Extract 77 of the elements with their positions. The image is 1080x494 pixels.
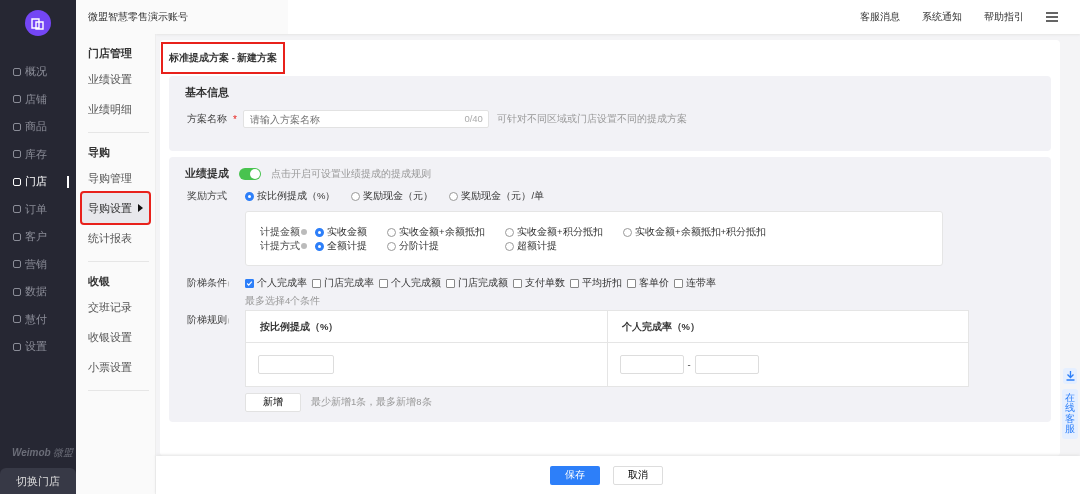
checkbox-option[interactable]: 连带率 (674, 277, 716, 290)
toggle-switch[interactable] (239, 168, 261, 180)
input-field[interactable] (619, 355, 684, 374)
header-link[interactable]: 客服消息 (860, 10, 900, 24)
nav-item[interactable]: 门店 (0, 168, 76, 196)
hint-text: 点击开启可设置业绩提成的提成规则 (271, 167, 431, 181)
group-title: 门店管理 (88, 46, 133, 61)
radio-option[interactable]: 奖励现金（元） (351, 190, 434, 203)
save-button[interactable]: 保存 (549, 465, 600, 485)
check-icon (246, 279, 253, 288)
radio-option[interactable]: 全额计提 (315, 239, 387, 253)
nav-item[interactable]: 数据 (0, 278, 76, 306)
input-field[interactable] (694, 355, 759, 374)
checkbox-option[interactable]: 个人完成额 (379, 277, 441, 290)
subnav-item[interactable]: 导购设置 (82, 193, 149, 223)
switch-store-button[interactable]: 切换门店 (0, 468, 76, 494)
field-label: 奖励方式 (187, 190, 228, 203)
section-title: 业绩提成 (185, 167, 229, 181)
nav-item[interactable]: 订单 (0, 195, 76, 223)
checkbox-option[interactable]: 平均折扣 (570, 277, 622, 290)
brand-logo: Weimob (12, 447, 51, 458)
range-separator: - (687, 359, 691, 370)
radio-option[interactable]: 超额计提 (505, 239, 623, 253)
field-label: 方案名称 (187, 112, 227, 126)
header-link[interactable]: 帮助指引 (984, 10, 1024, 24)
download-icon[interactable] (1063, 368, 1077, 384)
subnav-item[interactable]: 导购管理 (82, 163, 149, 193)
subnav-item[interactable]: 业绩明细 (82, 94, 149, 124)
field-label: 阶梯规则 (187, 314, 230, 327)
nav-item[interactable]: 客户 (0, 223, 76, 251)
character-counter: 0/40 (464, 113, 483, 124)
subnav-item[interactable]: 业绩设置 (82, 64, 149, 94)
cancel-button[interactable]: 取消 (612, 465, 663, 485)
checkbox-option[interactable]: 门店完成率 (312, 277, 374, 290)
nav-item[interactable]: 库存 (0, 140, 76, 168)
field-label: 计提金额 (260, 225, 300, 239)
page-title: 标准提成方案 - 新建方案 (163, 44, 284, 72)
section-title: 基本信息 (185, 86, 230, 100)
radio-option[interactable]: 实收金额+积分抵扣 (505, 225, 623, 239)
subnav-item[interactable]: 统计报表 (82, 223, 149, 253)
input-field[interactable] (258, 355, 334, 374)
hint-text: 可针对不同区域或门店设置不同的提成方案 (496, 112, 687, 126)
nav-item[interactable]: 营销 (0, 250, 76, 278)
menu-icon[interactable] (1046, 12, 1058, 22)
radio-option[interactable]: 分阶计提 (387, 239, 505, 253)
nav-item[interactable]: 店铺 (0, 85, 76, 113)
group-title: 收银 (88, 274, 111, 289)
subnav-item[interactable]: 交班记录 (82, 292, 149, 322)
nav-item[interactable]: 商品 (0, 113, 76, 141)
subnav-item[interactable]: 小票设置 (82, 352, 149, 382)
field-label: 阶梯条件 (187, 277, 230, 290)
field-label: 计提方式 (260, 239, 300, 253)
nav-item[interactable]: 设置 (0, 333, 76, 361)
hint-text: 最少新增1条，最多新增8条 (311, 396, 432, 409)
checkbox-option[interactable]: 客单价 (627, 277, 669, 290)
column-header: 按比例提成（%） (259, 320, 340, 334)
radio-option[interactable]: 实收金额+余额抵扣+积分抵扣 (623, 225, 767, 239)
nav-item[interactable]: 概况 (0, 58, 76, 86)
radio-option[interactable]: 实收金额 (315, 225, 387, 239)
add-button[interactable]: 新增 (245, 393, 301, 412)
radio-option[interactable]: 奖励现金（元）/单 (449, 190, 545, 203)
checkbox-option[interactable]: 门店完成额 (446, 277, 508, 290)
subnav-item[interactable]: 收银设置 (82, 322, 149, 352)
radio-option[interactable]: 按比例提成（%） (245, 190, 336, 203)
checkbox-option[interactable]: 支付单数 (513, 277, 565, 290)
group-title: 导购 (88, 145, 111, 160)
nav-item[interactable]: 慧付 (0, 305, 76, 333)
logo-icon (25, 10, 51, 36)
column-header: 个人完成率（%） (606, 311, 968, 342)
radio-option[interactable]: 实收金额+余额抵扣 (387, 225, 505, 239)
hint-text: 最多选择4个条件 (245, 295, 322, 308)
checkbox-option[interactable]: 个人完成率 (245, 277, 307, 290)
required-mark: * (233, 113, 237, 125)
help-icon[interactable] (301, 243, 307, 249)
help-icon[interactable] (301, 229, 307, 235)
header-link[interactable]: 系统通知 (922, 10, 962, 24)
brand-logo-text: 微盟 (52, 446, 73, 460)
